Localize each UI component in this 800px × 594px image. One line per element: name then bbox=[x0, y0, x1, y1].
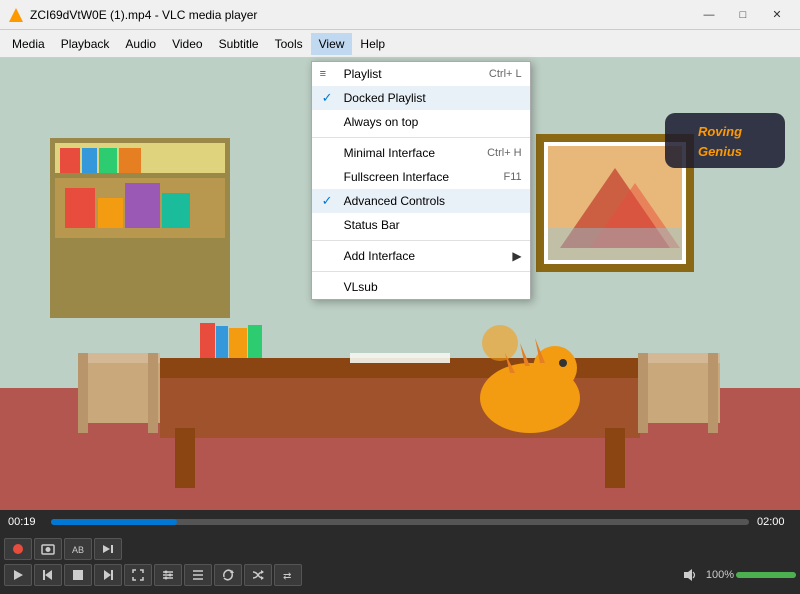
menu-item-add-interface[interactable]: Add Interface ▶ bbox=[312, 244, 530, 268]
status-bar-label: Status Bar bbox=[344, 218, 400, 232]
menu-item-minimal-interface[interactable]: Minimal Interface Ctrl+ H bbox=[312, 141, 530, 165]
menu-view[interactable]: View ≡ Playlist Ctrl+ L ✓ Docked Playlis… bbox=[311, 33, 353, 55]
shuffle-button[interactable]: ⇄ bbox=[274, 564, 302, 586]
current-time: 00:19 bbox=[8, 516, 43, 528]
check-icon-docked: ✓ bbox=[322, 90, 333, 106]
minimal-interface-shortcut: Ctrl+ H bbox=[457, 147, 522, 159]
snapshot-button[interactable] bbox=[34, 538, 62, 560]
add-interface-label: Add Interface bbox=[344, 249, 415, 263]
vlsub-label: VLsub bbox=[344, 280, 378, 294]
menu-item-advanced-controls[interactable]: ✓ Advanced Controls bbox=[312, 189, 530, 213]
maximize-button[interactable]: □ bbox=[728, 5, 758, 25]
separator-2 bbox=[312, 240, 530, 241]
view-dropdown-menu: ≡ Playlist Ctrl+ L ✓ Docked Playlist Alw… bbox=[311, 61, 531, 300]
loop-ab-button[interactable]: AB bbox=[64, 538, 92, 560]
menu-item-docked-playlist[interactable]: ✓ Docked Playlist bbox=[312, 86, 530, 110]
stop-button[interactable] bbox=[64, 564, 92, 586]
docked-playlist-label: Docked Playlist bbox=[344, 91, 426, 105]
separator-3 bbox=[312, 271, 530, 272]
next-button[interactable] bbox=[94, 564, 122, 586]
frame-step-button[interactable] bbox=[94, 538, 122, 560]
volume-bar[interactable] bbox=[736, 572, 796, 578]
menu-playback[interactable]: Playback bbox=[53, 33, 118, 55]
menu-item-playlist[interactable]: ≡ Playlist Ctrl+ L bbox=[312, 62, 530, 86]
extended-settings-button[interactable] bbox=[154, 564, 182, 586]
advanced-controls-label: Advanced Controls bbox=[344, 194, 445, 208]
title-bar: ZCI69dVtW0E (1).mp4 - VLC media player —… bbox=[0, 0, 800, 30]
menu-item-vlsub[interactable]: VLsub bbox=[312, 275, 530, 299]
playlist-label: Playlist bbox=[344, 67, 382, 81]
window-controls: — □ ✕ bbox=[694, 5, 792, 25]
window-title: ZCI69dVtW0E (1).mp4 - VLC media player bbox=[30, 8, 694, 22]
submenu-arrow-icon: ▶ bbox=[512, 249, 521, 263]
menu-help[interactable]: Help bbox=[352, 33, 393, 55]
progress-area: 00:19 02:00 bbox=[0, 510, 800, 534]
menu-audio[interactable]: Audio bbox=[117, 33, 164, 55]
svg-text:Genius: Genius bbox=[698, 144, 742, 159]
record-button[interactable] bbox=[4, 538, 32, 560]
separator-1 bbox=[312, 137, 530, 138]
volume-percentage: 100% bbox=[706, 569, 734, 581]
menu-item-fullscreen-interface[interactable]: Fullscreen Interface F11 bbox=[312, 165, 530, 189]
controls-area: AB bbox=[0, 534, 800, 594]
progress-bar[interactable] bbox=[51, 519, 749, 525]
playlist-button[interactable] bbox=[184, 564, 212, 586]
menu-video[interactable]: Video bbox=[164, 33, 210, 55]
menu-tools[interactable]: Tools bbox=[267, 33, 311, 55]
menu-item-always-on-top[interactable]: Always on top bbox=[312, 110, 530, 134]
vlc-icon bbox=[8, 7, 24, 23]
check-icon-advanced: ✓ bbox=[322, 193, 333, 209]
close-button[interactable]: ✕ bbox=[762, 5, 792, 25]
menu-media[interactable]: Media bbox=[4, 33, 53, 55]
menu-subtitle[interactable]: Subtitle bbox=[211, 33, 267, 55]
svg-text:Roving: Roving bbox=[698, 124, 742, 139]
prev-button[interactable] bbox=[34, 564, 62, 586]
progress-fill bbox=[51, 519, 177, 525]
main-controls-row: ⇄ 100% bbox=[4, 562, 796, 588]
always-on-top-label: Always on top bbox=[344, 115, 419, 129]
fullscreen-button[interactable] bbox=[124, 564, 152, 586]
menu-bar: Media Playback Audio Video Subtitle Tool… bbox=[0, 30, 800, 58]
total-time: 02:00 bbox=[757, 516, 792, 528]
minimal-interface-label: Minimal Interface bbox=[344, 146, 435, 160]
playlist-shortcut: Ctrl+ L bbox=[459, 68, 522, 80]
menu-item-status-bar[interactable]: Status Bar bbox=[312, 213, 530, 237]
play-button[interactable] bbox=[4, 564, 32, 586]
svg-text:⇄: ⇄ bbox=[283, 571, 291, 582]
fullscreen-interface-label: Fullscreen Interface bbox=[344, 170, 449, 184]
fullscreen-interface-shortcut: F11 bbox=[473, 171, 521, 183]
svg-text:AB: AB bbox=[72, 545, 84, 555]
volume-icon[interactable] bbox=[676, 564, 704, 586]
random-button[interactable] bbox=[244, 564, 272, 586]
loop-button[interactable] bbox=[214, 564, 242, 586]
advanced-controls-row: AB bbox=[4, 536, 796, 562]
minimize-button[interactable]: — bbox=[694, 5, 724, 25]
volume-fill bbox=[736, 572, 796, 578]
